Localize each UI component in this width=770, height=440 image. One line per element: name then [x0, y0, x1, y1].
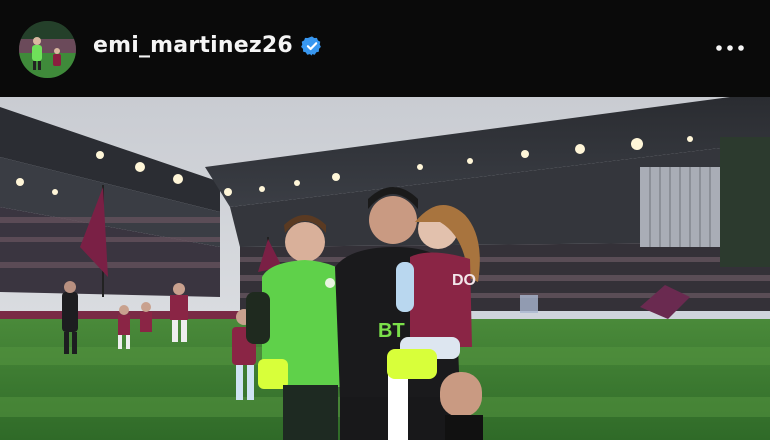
more-options-icon[interactable]: [714, 37, 746, 59]
stadium-photo: BT DO: [0, 97, 770, 440]
shirt-sponsor-text: BT: [378, 320, 405, 342]
post-photo[interactable]: BT DO: [0, 97, 770, 440]
profile-avatar[interactable]: [19, 21, 76, 78]
post-header: emi_martinez26: [0, 0, 770, 97]
verified-badge-icon: [300, 35, 323, 57]
username-row: emi_martinez26: [93, 33, 323, 58]
avatar-image: [19, 21, 76, 78]
username[interactable]: emi_martinez26: [93, 33, 293, 58]
instagram-post: emi_martinez26 BT DO: [0, 0, 770, 440]
child-shirt-text: DO: [452, 272, 476, 289]
